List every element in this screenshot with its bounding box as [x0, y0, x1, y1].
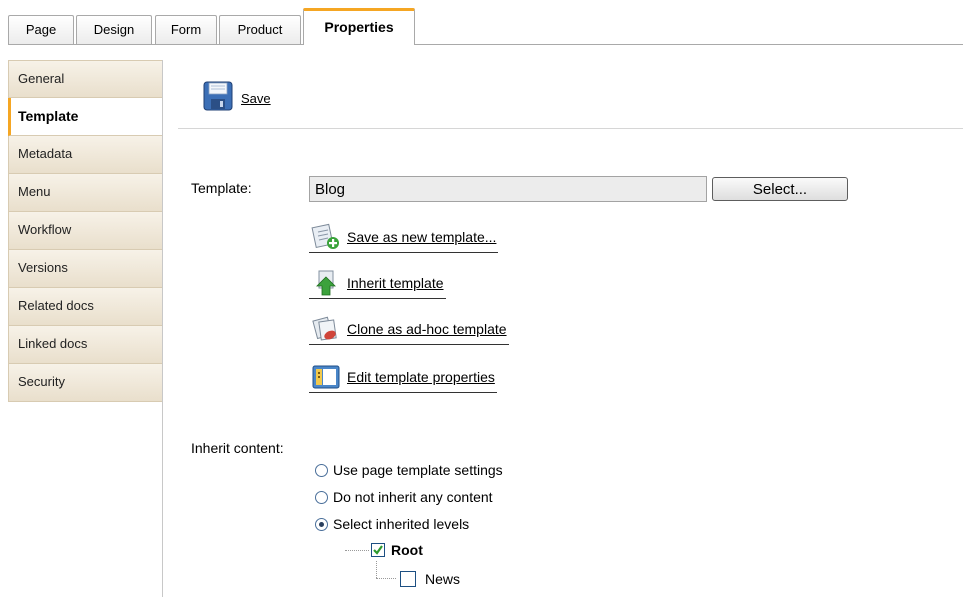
sidebar-item-general[interactable]: General	[8, 60, 163, 98]
tree-connector	[376, 578, 396, 579]
select-template-button[interactable]: Select...	[712, 177, 848, 201]
inherit-template-label: Inherit template	[347, 275, 444, 291]
radio-label: Use page template settings	[333, 462, 503, 478]
sidebar-item-workflow[interactable]: Workflow	[8, 212, 163, 250]
save-as-new-template-button[interactable]: Save as new template...	[309, 222, 499, 253]
root-checkbox[interactable]	[371, 543, 385, 557]
edit-template-properties-label: Edit template properties	[347, 369, 495, 385]
tree-node-root: Root	[371, 541, 423, 559]
tab-page[interactable]: Page	[8, 15, 74, 44]
tree-connector	[345, 550, 369, 551]
radio-label: Do not inherit any content	[333, 489, 493, 505]
floppy-disk-icon	[203, 81, 233, 114]
edit-template-properties-button[interactable]: Edit template properties	[309, 362, 497, 393]
tab-product[interactable]: Product	[219, 15, 301, 44]
sidebar-divider	[162, 60, 163, 597]
news-checkbox[interactable]	[400, 571, 416, 587]
properties-page: Page Design Form Product Properties Gene…	[0, 0, 963, 597]
radio-select-inherited-levels[interactable]: Select inherited levels	[315, 514, 469, 534]
sidebar-item-template[interactable]: Template	[8, 98, 163, 136]
green-arrow-up-icon	[311, 269, 341, 297]
top-tab-bar: Page Design Form Product Properties	[0, 0, 963, 46]
document-add-icon	[311, 223, 341, 251]
sidebar-item-menu[interactable]: Menu	[8, 174, 163, 212]
sidebar: General Template Metadata Menu Workflow …	[8, 60, 163, 402]
save-button[interactable]: Save	[203, 80, 271, 114]
radio-button[interactable]	[315, 463, 328, 477]
inherit-template-button[interactable]: Inherit template	[309, 268, 446, 299]
radio-button[interactable]	[315, 490, 328, 504]
clone-as-adhoc-template-label: Clone as ad-hoc template	[347, 321, 507, 337]
sidebar-item-linked-docs[interactable]: Linked docs	[8, 326, 163, 364]
radio-button-selected[interactable]	[315, 517, 328, 531]
tab-form[interactable]: Form	[155, 15, 217, 44]
tree-node-news: News	[400, 570, 460, 588]
document-clone-icon	[311, 315, 341, 343]
tree-connector	[376, 561, 377, 578]
sidebar-item-security[interactable]: Security	[8, 364, 163, 402]
clone-as-adhoc-template-button[interactable]: Clone as ad-hoc template	[309, 314, 509, 345]
radio-use-page-template-settings[interactable]: Use page template settings	[315, 460, 503, 480]
template-field[interactable]	[309, 176, 707, 202]
properties-panel-icon	[311, 363, 341, 391]
tab-design[interactable]: Design	[76, 15, 152, 44]
checkmark-icon	[373, 545, 383, 555]
tab-bar-baseline	[8, 44, 963, 45]
sidebar-item-metadata[interactable]: Metadata	[8, 136, 163, 174]
tree-label-root: Root	[391, 542, 423, 558]
save-label: Save	[241, 90, 271, 106]
sidebar-item-versions[interactable]: Versions	[8, 250, 163, 288]
sidebar-item-related-docs[interactable]: Related docs	[8, 288, 163, 326]
header-separator	[178, 128, 963, 129]
radio-label: Select inherited levels	[333, 516, 470, 532]
tree-label-news: News	[425, 571, 461, 587]
inherit-content-label: Inherit content:	[191, 440, 284, 456]
save-as-new-template-label: Save as new template...	[347, 229, 497, 245]
template-label: Template:	[191, 180, 252, 196]
radio-do-not-inherit[interactable]: Do not inherit any content	[315, 487, 493, 507]
tab-properties[interactable]: Properties	[303, 8, 415, 45]
